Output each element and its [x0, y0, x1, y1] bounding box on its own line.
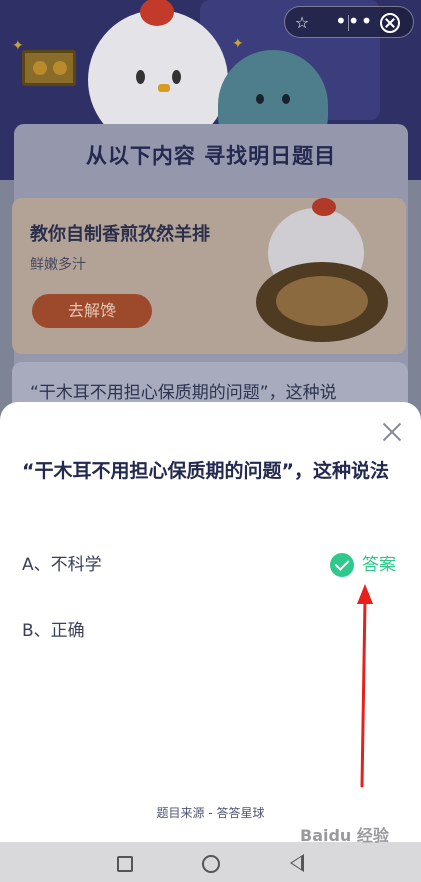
system-nav-bar	[0, 842, 421, 882]
home-icon[interactable]	[202, 855, 220, 873]
red-arrow-annotation	[357, 584, 373, 788]
back-icon[interactable]	[290, 854, 304, 872]
watermark: Baidu 经验	[300, 826, 389, 845]
recents-icon[interactable]	[117, 856, 133, 872]
